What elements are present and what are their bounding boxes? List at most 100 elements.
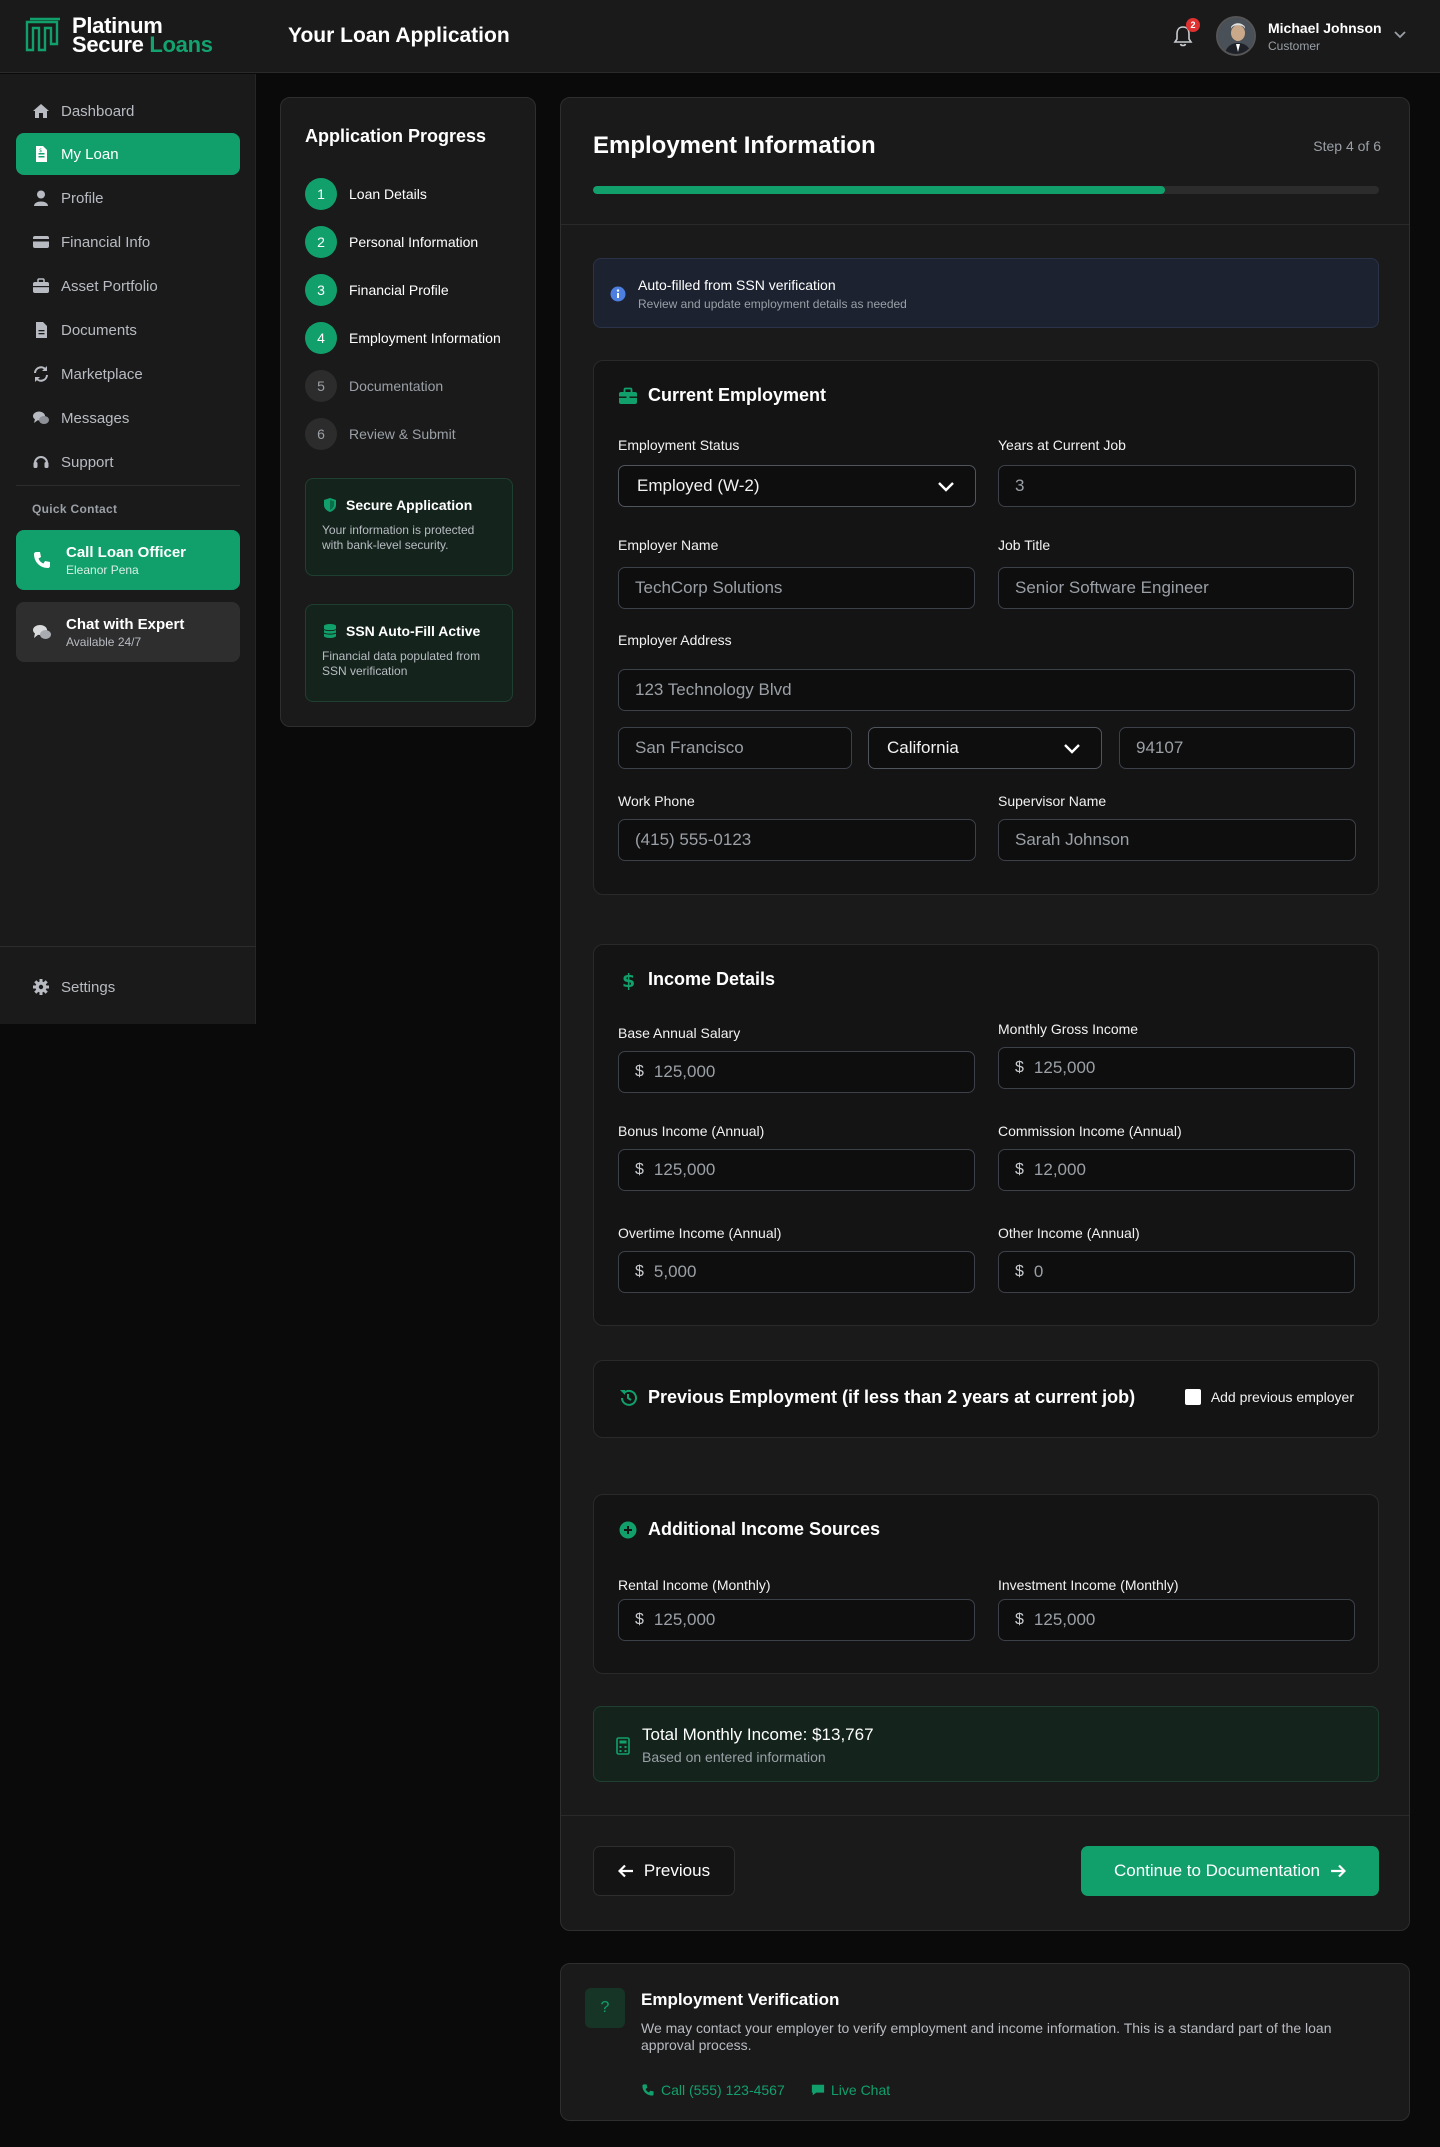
chevron-down-icon[interactable] bbox=[1393, 30, 1407, 40]
ssn-autofill-card: SSN Auto-Fill Active Financial data popu… bbox=[305, 604, 513, 702]
progress-step-4[interactable]: 4 Employment Information bbox=[305, 322, 501, 354]
step-number: 3 bbox=[305, 274, 337, 306]
progress-step-2[interactable]: 2 Personal Information bbox=[305, 226, 478, 258]
overtime-income-input[interactable]: $ 5,000 bbox=[618, 1251, 975, 1293]
currency-symbol: $ bbox=[635, 1611, 644, 1628]
briefcase-icon bbox=[33, 278, 49, 293]
brand-logo[interactable]: Platinum Secure Loans bbox=[24, 15, 213, 56]
currency-symbol: $ bbox=[635, 1263, 644, 1280]
notice-title: Auto-filled from SSN verification bbox=[638, 277, 836, 293]
supervisor-name-input[interactable]: Sarah Johnson bbox=[998, 819, 1356, 861]
previous-employment-title: Previous Employment (if less than 2 year… bbox=[648, 1387, 1136, 1407]
message-icon bbox=[811, 2084, 825, 2096]
step-label: Review & Submit bbox=[349, 426, 456, 442]
step-label: Personal Information bbox=[349, 234, 479, 250]
city-input[interactable]: San Francisco bbox=[618, 727, 852, 769]
step-number: 2 bbox=[305, 226, 337, 258]
sidebar-item-messages[interactable]: Messages bbox=[16, 397, 240, 439]
chat-with-expert-title: Chat with Expert bbox=[66, 615, 185, 633]
previous-button[interactable]: Previous bbox=[593, 1846, 735, 1896]
overtime-income-value: 5,000 bbox=[653, 1262, 697, 1281]
call-loan-officer-button[interactable]: Call Loan Officer Eleanor Pena bbox=[16, 530, 240, 590]
home-icon bbox=[33, 104, 49, 118]
live-chat-link[interactable]: Live Chat bbox=[811, 2082, 890, 2098]
dollar-icon: $ bbox=[622, 970, 635, 990]
sidebar-item-profile[interactable]: Profile bbox=[16, 177, 240, 219]
headset-icon bbox=[33, 456, 49, 468]
live-chat-link-label: Live Chat bbox=[831, 2082, 891, 2098]
continue-button[interactable]: Continue to Documentation bbox=[1081, 1846, 1379, 1896]
gear-icon bbox=[33, 979, 49, 995]
ssn-autofill-body: Financial data populated from SSN verifi… bbox=[322, 649, 481, 678]
progress-step-6[interactable]: 6 Review & Submit bbox=[305, 418, 456, 450]
work-phone-input[interactable]: (415) 555-0123 bbox=[618, 819, 976, 861]
rental-income-input[interactable]: $ 125,000 bbox=[618, 1599, 975, 1641]
info-icon bbox=[610, 286, 626, 302]
sidebar-item-marketplace[interactable]: Marketplace bbox=[16, 353, 240, 395]
sidebar-item-settings[interactable]: Settings bbox=[16, 966, 240, 1008]
zip-input[interactable]: 94107 bbox=[1119, 727, 1355, 769]
street-address-input[interactable]: 123 Technology Blvd bbox=[618, 669, 1355, 711]
add-previous-employer-checkbox[interactable] bbox=[1184, 1389, 1201, 1405]
sidebar-item-label: Support bbox=[61, 453, 114, 471]
chat-icon bbox=[33, 625, 51, 639]
progress-step-5[interactable]: 5 Documentation bbox=[305, 370, 443, 402]
brand-name: Platinum Secure Loans bbox=[72, 15, 213, 56]
previous-button-label: Previous bbox=[643, 1861, 711, 1880]
years-at-job-input[interactable]: 3 bbox=[998, 465, 1356, 507]
work-phone-label: Work Phone bbox=[618, 793, 695, 809]
rental-income-label: Rental Income (Monthly) bbox=[618, 1577, 771, 1593]
call-link[interactable]: Call (555) 123-4567 bbox=[641, 2082, 785, 2098]
sidebar-item-documents[interactable]: Documents bbox=[16, 309, 240, 351]
add-previous-employer-toggle[interactable]: Add previous employer bbox=[1184, 1389, 1354, 1405]
sidebar-item-label: Marketplace bbox=[61, 365, 143, 383]
base-salary-input[interactable]: $ 125,000 bbox=[618, 1051, 975, 1093]
sidebar-item-asset-portfolio[interactable]: Asset Portfolio bbox=[16, 265, 240, 307]
job-title-input[interactable]: Senior Software Engineer bbox=[998, 567, 1354, 609]
sidebar-item-dashboard[interactable]: Dashboard bbox=[16, 90, 240, 132]
state-select[interactable]: California bbox=[868, 727, 1102, 769]
employer-name-input[interactable]: TechCorp Solutions bbox=[618, 567, 975, 609]
form-progress-bar bbox=[593, 186, 1379, 194]
employment-status-label: Employment Status bbox=[618, 437, 740, 453]
chat-with-expert-button[interactable]: Chat with Expert Available 24/7 bbox=[16, 602, 240, 662]
other-income-value: 0 bbox=[1033, 1262, 1044, 1281]
total-income-card: Total Monthly Income: $13,767 Based on e… bbox=[593, 1706, 1379, 1782]
briefcase-icon bbox=[619, 387, 637, 404]
rental-income-value: 125,000 bbox=[653, 1610, 716, 1629]
supervisor-name-label: Supervisor Name bbox=[998, 793, 1107, 809]
chat-icon bbox=[33, 411, 49, 424]
previous-employment-section: Previous Employment (if less than 2 year… bbox=[593, 1360, 1379, 1438]
bonus-income-input[interactable]: $ 125,000 bbox=[618, 1149, 975, 1191]
continue-button-label: Continue to Documentation bbox=[1113, 1861, 1321, 1880]
sidebar-item-label: Asset Portfolio bbox=[61, 277, 158, 295]
user-photo-icon bbox=[1218, 18, 1254, 54]
step-number: 1 bbox=[305, 178, 337, 210]
total-income-note: Based on entered information bbox=[642, 1749, 826, 1765]
commission-income-value: 12,000 bbox=[1033, 1160, 1086, 1179]
other-income-input[interactable]: $ 0 bbox=[998, 1251, 1355, 1293]
employment-verification-card: ? Employment Verification We may contact… bbox=[560, 1963, 1410, 2121]
commission-income-input[interactable]: $ 12,000 bbox=[998, 1149, 1355, 1191]
investment-income-input[interactable]: $ 125,000 bbox=[998, 1599, 1355, 1641]
user-name[interactable]: Michael Johnson bbox=[1268, 20, 1382, 36]
employment-status-select[interactable]: Employed (W-2) bbox=[618, 465, 976, 507]
sidebar-item-label: Profile bbox=[61, 189, 104, 207]
sidebar-item-label: Dashboard bbox=[61, 102, 135, 120]
arrow-left-icon bbox=[617, 1864, 633, 1878]
currency-symbol: $ bbox=[1015, 1059, 1024, 1076]
commission-income-label: Commission Income (Annual) bbox=[998, 1123, 1182, 1139]
avatar[interactable] bbox=[1216, 16, 1256, 56]
sidebar-item-support[interactable]: Support bbox=[16, 441, 240, 483]
ssn-autofill-title: SSN Auto-Fill Active bbox=[346, 623, 481, 639]
sidebar-item-my-loan[interactable]: $ My Loan bbox=[16, 133, 240, 175]
plus-circle-icon bbox=[619, 1521, 637, 1538]
arrow-right-icon bbox=[1331, 1864, 1347, 1878]
shield-icon bbox=[324, 498, 336, 512]
progress-step-1[interactable]: 1 Loan Details bbox=[305, 178, 427, 210]
step-indicator: Step 4 of 6 bbox=[1313, 138, 1381, 154]
state-value: California bbox=[887, 738, 959, 757]
sidebar-item-financial-info[interactable]: Financial Info bbox=[16, 221, 240, 263]
monthly-gross-input[interactable]: $ 125,000 bbox=[998, 1047, 1355, 1089]
progress-step-3[interactable]: 3 Financial Profile bbox=[305, 274, 449, 306]
